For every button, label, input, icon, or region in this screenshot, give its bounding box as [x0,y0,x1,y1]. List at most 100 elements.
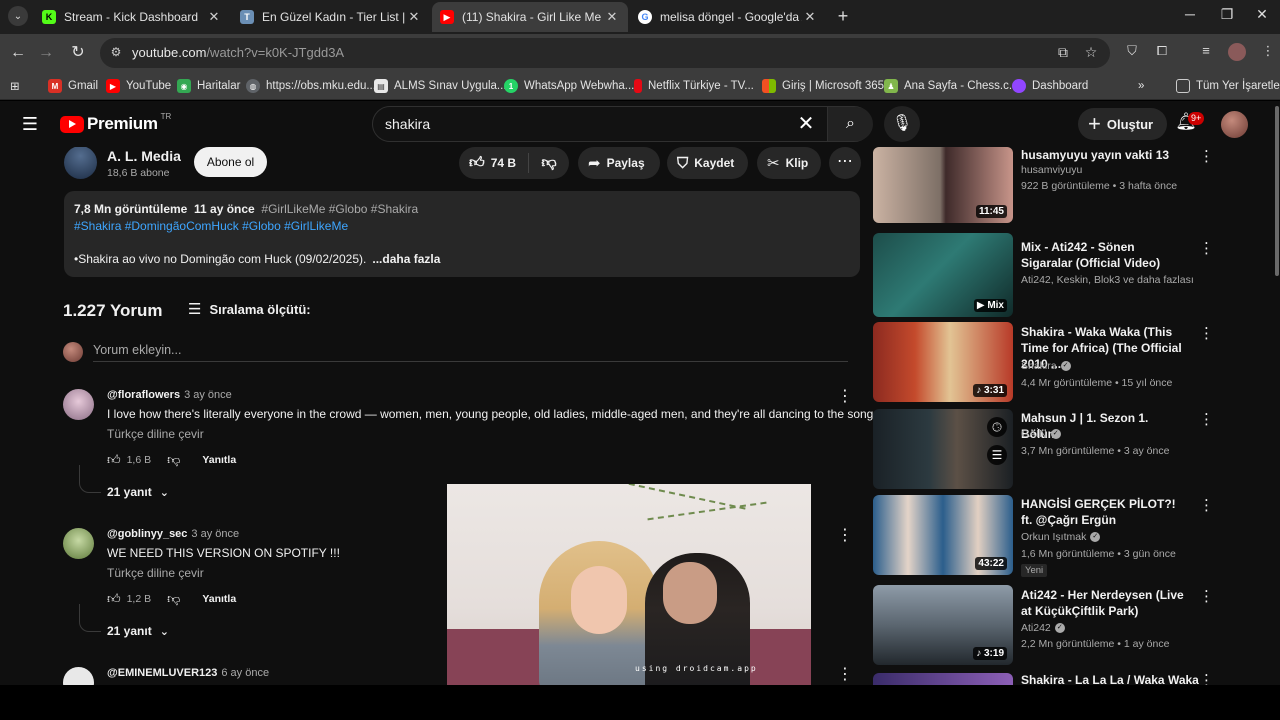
search-button[interactable]: ⌕ [827,107,873,141]
browser-tab-youtube[interactable]: ▶ (11) Shakira - Girl Like Me (Ao V ✕ [432,2,628,32]
bookmark-star-icon[interactable]: ☆ [1082,44,1100,62]
thumbs-up-icon[interactable]: 👍︎ [107,591,121,607]
like-button[interactable]: 👍︎ 74 B [459,153,529,173]
video-menu-icon[interactable]: ⋮ [1199,587,1214,605]
media-control-icon[interactable]: ≡ [1196,43,1216,63]
bookmark-maps[interactable]: ◉ Haritalar [177,77,240,95]
clip-button[interactable]: ✂ Klip [757,147,821,179]
more-bookmarks-icon[interactable]: » [1138,77,1144,95]
view-replies-button[interactable]: 21 yanıt ⌄ [107,624,169,638]
scrollbar-thumb[interactable] [1275,106,1279,276]
view-replies-button[interactable]: 21 yanıt ⌄ [107,485,169,499]
video-thumbnail[interactable] [873,673,1013,685]
watch-later-icon[interactable]: 🕓︎ [987,417,1007,437]
translate-link[interactable]: Türkçe diline çevir [107,427,204,441]
bookmark-dashboard[interactable]: Dashboard [1012,77,1088,95]
commenter-name[interactable]: @EMINEMLUVER123 [107,667,217,679]
add-comment-input[interactable]: Yorum ekleyin... [93,343,181,357]
create-button[interactable]: + Oluştur [1078,108,1168,140]
close-tab-icon[interactable]: ✕ [604,9,620,25]
bookmark-netflix[interactable]: Netflix Türkiye - TV... [634,77,754,95]
account-avatar[interactable] [1221,111,1248,138]
comment-menu-icon[interactable]: ⋮ [837,386,853,406]
apps-grid-icon[interactable]: ⊞ [10,77,20,95]
video-menu-icon[interactable]: ⋮ [1199,239,1214,257]
video-title[interactable]: Ati242 - Her Nerdeysen (Live at KüçükÇif… [1021,587,1189,619]
search-box[interactable]: shakira ✕ ⌕ [372,106,873,142]
video-thumbnail[interactable]: ♪ 3:19 [873,585,1013,665]
subscribe-button[interactable]: Abone ol [194,147,267,177]
video-menu-icon[interactable]: ⋮ [1199,671,1214,685]
description-hashtags[interactable]: #GirlLikeMe #Globo #Shakira [261,202,418,216]
more-actions-button[interactable]: ⋯ [829,147,861,179]
commenter-name[interactable]: @goblinyy_sec [107,528,187,540]
video-channel[interactable]: Ati242, Keskin, Blok3 ve daha fazlası [1021,274,1194,286]
video-thumbnail[interactable]: ♪ 3:31 [873,322,1013,402]
comment-age[interactable]: 3 ay önce [191,528,239,540]
description-hashtags-links[interactable]: #Shakira #DomingãoComHuck #Globo #GirlLi… [74,219,348,233]
recommendation-item[interactable]: ♪ 3:31 Shakira - Waka Waka (This Time fo… [873,322,1214,402]
video-thumbnail[interactable]: 43:22 [873,495,1013,575]
bookmark-alms[interactable]: ▤ ALMS Sınav Uygula... [374,77,507,95]
forward-icon[interactable]: → [36,43,56,63]
recommendation-item[interactable]: 43:22 HANGİSİ GERÇEK PİLOT?! ft. @Çağrı … [873,495,1214,577]
voice-search-button[interactable]: 🎙︎ [884,106,920,142]
browser-tab-tierlist[interactable]: T En Güzel Kadın - Tier List | Kör S ✕ [232,2,430,32]
video-menu-icon[interactable]: ⋮ [1199,147,1214,165]
video-channel[interactable]: husamviyuyu [1021,164,1082,176]
close-tab-icon[interactable]: ✕ [206,9,222,25]
shield-extension-icon[interactable]: ⛉ [1122,43,1142,63]
close-tab-icon[interactable]: ✕ [406,9,422,25]
extensions-puzzle-icon[interactable]: ⧠ [1152,43,1172,63]
reply-button[interactable]: Yanıtla [202,454,236,466]
bookmark-whatsapp[interactable]: 1 WhatsApp Webwha... [504,77,634,95]
video-title[interactable]: Shakira - La La La / Waka Waka [1021,672,1199,685]
comment-age[interactable]: 3 ay önce [184,389,232,401]
thumbs-down-icon[interactable]: 👎︎ [167,452,180,468]
commenter-name[interactable]: @floraflowers [107,389,180,401]
channel-avatar[interactable] [64,146,97,179]
share-button[interactable]: ➦ Paylaş [578,147,660,179]
recommendation-item[interactable]: Shakira - La La La / Waka Waka ⋮ [873,671,1214,685]
video-menu-icon[interactable]: ⋮ [1199,410,1214,428]
video-channel[interactable]: Orkun Işıtmak ✓ [1021,531,1101,543]
all-bookmarks[interactable]: Tüm Yer İşaretleri [1176,77,1280,95]
tab-search-button[interactable]: ⌄ [8,6,28,26]
restore-icon[interactable]: ❐ [1215,6,1239,26]
comment-menu-icon[interactable]: ⋮ [837,525,853,545]
comment-menu-icon[interactable]: ⋮ [837,664,853,684]
video-menu-icon[interactable]: ⋮ [1199,496,1214,514]
video-channel[interactable]: Ati242 ✓ [1021,622,1065,634]
sort-comments-button[interactable]: ☰ Sıralama ölçütü: [188,300,311,318]
commenter-avatar[interactable] [63,667,94,685]
video-channel[interactable]: GAİN ✓ [1021,428,1061,440]
site-info-icon[interactable]: ⚙ [108,45,124,61]
reload-icon[interactable]: ↻ [68,43,88,63]
bookmark-obs[interactable]: ◍ https://obs.mku.edu... [246,77,376,95]
show-more-link[interactable]: ...daha fazla [372,252,440,266]
dislike-button[interactable]: 👎︎ [529,154,569,172]
address-bar[interactable]: ⚙ youtube.com/watch?v=k0K-JTgdd3A ⧉ ☆ [100,38,1110,68]
video-menu-icon[interactable]: ⋮ [1199,324,1214,342]
browser-menu-icon[interactable]: ⋮ [1258,43,1278,63]
clear-search-icon[interactable]: ✕ [795,113,817,135]
youtube-logo[interactable]: Premium TR [60,112,171,134]
video-channel[interactable]: Shakira ✓ [1021,360,1071,372]
search-input[interactable]: shakira [385,116,430,132]
video-title[interactable]: Mix - Ati242 - Sönen Sigaralar (Official… [1021,239,1189,271]
thumbs-down-icon[interactable]: 👎︎ [167,591,180,607]
commenter-avatar[interactable] [63,389,94,420]
thumbs-up-icon[interactable]: 👍︎ [107,452,121,468]
recommendation-item[interactable]: 11:45 husamyuyu yayın vakti 13 husamviyu… [873,147,1214,223]
bookmark-gmail[interactable]: M Gmail [48,77,98,95]
profile-avatar[interactable] [1228,43,1246,61]
back-icon[interactable]: ← [8,43,28,63]
comment-age[interactable]: 6 ay önce [221,667,269,679]
commenter-avatar[interactable] [63,528,94,559]
recommendation-item[interactable]: ♪ 3:19 Ati242 - Her Nerdeysen (Live at K… [873,585,1214,665]
close-tab-icon[interactable]: ✕ [802,9,818,25]
reply-button[interactable]: Yanıtla [202,593,236,605]
bookmark-chess[interactable]: ♟ Ana Sayfa - Chess.c... [884,77,1018,95]
add-to-queue-icon[interactable]: ☰ [987,445,1007,465]
minimize-icon[interactable]: ─ [1178,6,1202,26]
